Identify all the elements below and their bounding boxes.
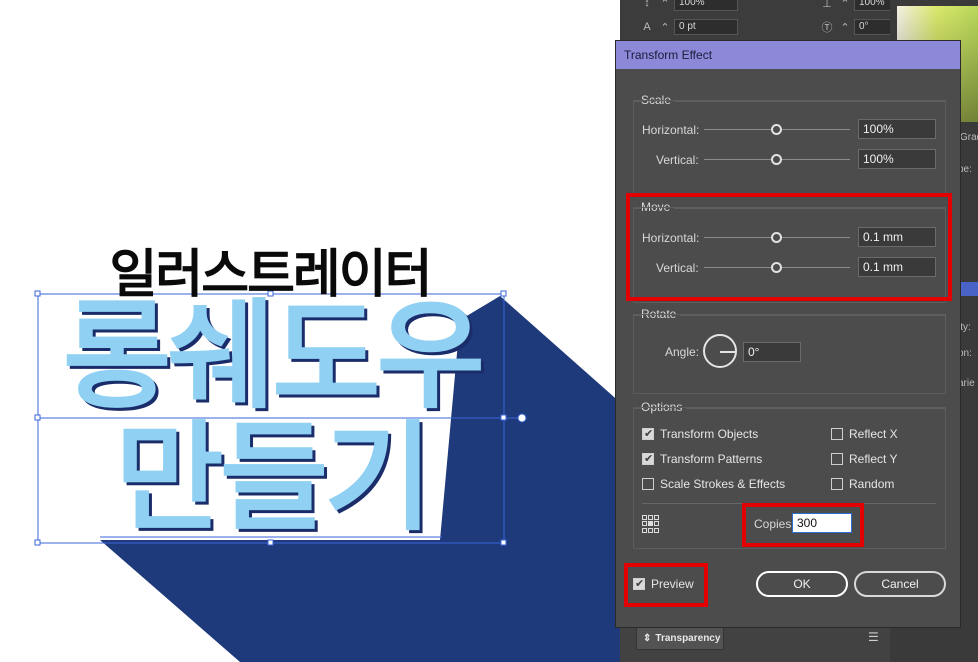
tracking-row: A ⌃ 0 pt Ⓣ ⌃ 0° [638,18,918,36]
side-label-gradient: Gradi [960,132,978,143]
preview-highlight [624,563,708,607]
move-highlight [626,193,952,301]
transform-effect-dialog: Transform Effect Scale Horizontal: 100% … [615,40,961,628]
leading-field[interactable]: 100% [674,0,738,11]
copies-highlight [742,503,864,547]
stepper-icon[interactable]: ⌃ [656,21,674,34]
canvas: 일러스트레이터 롱쉐도우 만들기 ↕ ⌃ 100% ⊥ ⌃ 100% A ⌃ 0… [0,0,978,662]
tab-transparency[interactable]: ⇕ Transparency [636,626,724,650]
ok-button[interactable]: OK [756,571,848,597]
title-line-1[interactable]: 롱쉐도우 [38,296,506,416]
panel-menu-icon[interactable]: ☰ [868,630,882,644]
baseline-icon: ⊥ [822,0,832,10]
leading-row: ↕ ⌃ 100% ⊥ ⌃ 100% [638,0,918,12]
cancel-button[interactable]: Cancel [854,571,946,597]
tab-transparency-label: Transparency [655,632,721,644]
title-line-2[interactable]: 만들기 [94,418,450,538]
rotate-char-icon: Ⓣ [821,22,833,34]
stepper-icon[interactable]: ⌃ [656,0,674,10]
rotate-frame [633,314,946,394]
tracking-field[interactable]: 0 pt [674,19,738,35]
stepper-icon[interactable]: ⌃ [836,0,854,10]
tracking-icon: A [643,21,651,33]
dialog-title: Transform Effect [616,41,960,69]
character-panel: ↕ ⌃ 100% ⊥ ⌃ 100% A ⌃ 0 pt Ⓣ ⌃ 0° [620,0,918,42]
side-selected-band [960,282,978,296]
leading-icon: ↕ [644,0,650,9]
expand-icon: ⇕ [643,632,652,644]
scale-frame [633,100,946,196]
stepper-icon[interactable]: ⌃ [836,21,854,34]
